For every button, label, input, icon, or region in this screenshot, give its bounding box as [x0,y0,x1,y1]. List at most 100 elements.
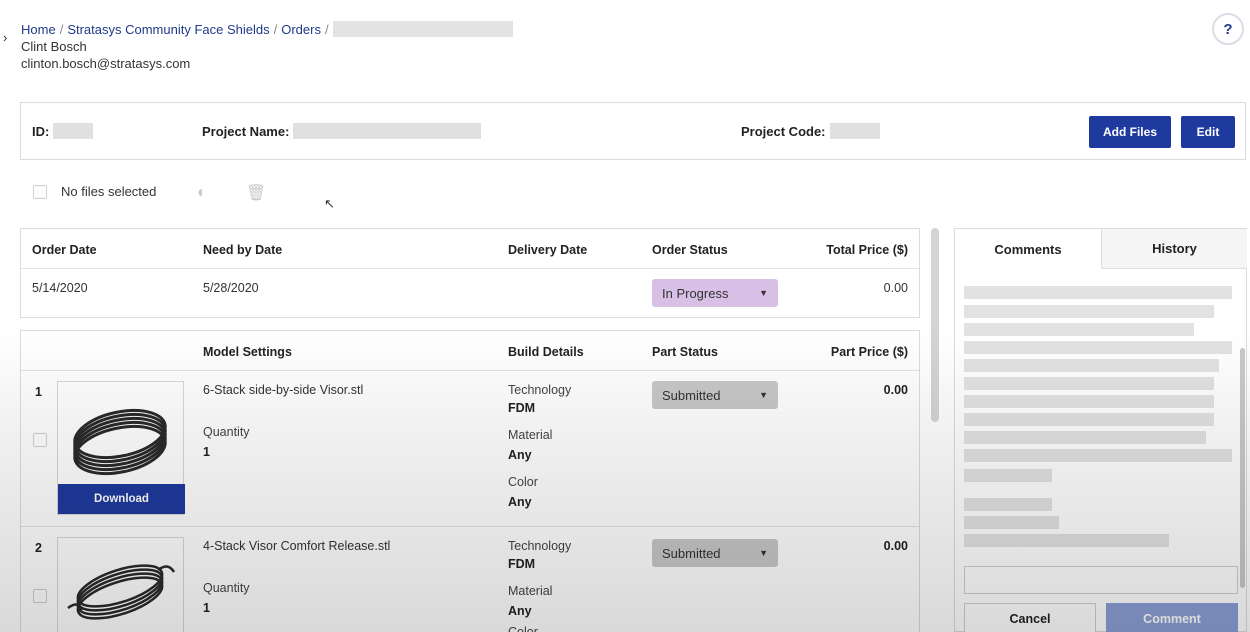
comment-line [964,534,1169,547]
breadcrumb-separator: / [273,21,278,37]
comment-line [964,305,1214,318]
technology-value: FDM [508,557,536,571]
material-value: Any [508,604,532,618]
parts-scrollbar[interactable] [931,228,939,422]
part-index: 2 [35,541,42,555]
order-status-value: In Progress [662,285,729,301]
order-info-bar: ID: Project Name: Project Code: Add File… [20,102,1246,160]
order-status-header: Order Status [652,243,728,257]
order-summary-card: Order Date Need by Date Delivery Date Or… [20,228,920,318]
part-status-header: Part Status [652,345,718,359]
cancel-file-icon[interactable]: ◐ [197,184,207,202]
select-all-checkbox[interactable] [33,184,47,199]
order-header-row: Order Date Need by Date Delivery Date Or… [21,229,919,269]
color-label: Color [508,475,538,489]
comment-line [964,498,1052,511]
id-redacted [53,123,94,139]
need-by-date-value: 5/28/2020 [203,281,259,295]
user-email: clinton.bosch@stratasys.com [21,56,191,71]
build-details-header: Build Details [508,345,584,359]
comment-line [964,469,1052,482]
part-status-select[interactable]: Submitted ▼ [652,539,778,567]
comment-line [964,323,1194,336]
part-file-name: 6-Stack side-by-side Visor.stl [203,383,364,397]
model-settings-header: Model Settings [203,345,292,359]
comment-line [964,377,1214,390]
technology-label: Technology [508,539,572,553]
part-status-value: Submitted [662,387,721,403]
chevron-down-icon: ▼ [759,548,768,558]
breadcrumb-separator: / [59,21,64,37]
order-date-value: 5/14/2020 [32,281,88,295]
project-name: Project Name: [202,123,482,139]
file-toolbar: No files selected [33,184,156,199]
comment-line [964,516,1059,529]
breadcrumb-orders[interactable]: Orders [281,22,321,37]
quantity-value: 1 [203,445,210,459]
edit-button[interactable]: Edit [1181,116,1235,148]
color-value: Any [508,495,532,509]
quantity-label: Quantity [203,425,250,439]
part-thumbnail: Download [57,381,185,515]
part-status-select[interactable]: Submitted ▼ [652,381,778,409]
part-thumbnail [57,537,184,632]
total-price-header: Total Price ($) [826,243,908,257]
project-code: Project Code: [741,123,880,139]
comment-line [964,449,1232,462]
breadcrumb-project[interactable]: Stratasys Community Face Shields [67,22,269,37]
comment-line [964,413,1214,426]
parts-header-row: Model Settings Build Details Part Status… [21,331,919,371]
project-code-redacted [829,123,880,139]
add-files-button[interactable]: Add Files [1089,116,1171,148]
selection-status: No files selected [61,184,157,199]
total-price-value: 0.00 [883,281,908,295]
project-name-redacted [293,123,482,139]
comment-line [964,431,1206,444]
part-row: 2 4-Stack Visor Comfort Release.stl Quan… [21,527,919,632]
quantity-label: Quantity [203,581,250,595]
chevron-down-icon: ▼ [759,390,768,400]
part-row: 1 Download 6-Stack side-by-side Visor.st… [21,371,919,527]
order-data-row: 5/14/2020 5/28/2020 In Progress ▼ 0.00 [21,269,919,319]
material-value: Any [508,448,532,462]
id-label: ID: [32,123,50,139]
breadcrumb-separator: / [324,21,329,37]
download-button[interactable]: Download [58,484,185,514]
part-checkbox[interactable] [33,433,47,447]
part-status-value: Submitted [662,545,721,561]
breadcrumb-home[interactable]: Home [21,22,56,37]
material-label: Material [508,428,553,442]
color-label-partial: Color [508,625,538,632]
mouse-cursor-icon: ↖ [324,196,335,211]
collapse-chevron-icon[interactable]: › [3,30,7,45]
part-price-value: 0.00 [883,539,908,553]
cancel-button[interactable]: Cancel [964,603,1096,632]
visor-model-icon [67,564,176,620]
part-price-value: 0.00 [883,383,908,397]
comments-scrollbar[interactable] [1240,348,1245,588]
part-file-name: 4-Stack Visor Comfort Release.stl [203,539,391,553]
part-price-header: Part Price ($) [830,345,908,359]
need-by-date-header: Need by Date [203,243,283,257]
part-checkbox[interactable] [33,589,47,603]
visor-model-icon [73,408,167,476]
breadcrumb-redacted [332,21,513,37]
trash-icon[interactable]: 🗑 [246,183,266,203]
project-code-label: Project Code: [741,123,826,139]
page-header: Home / Stratasys Community Face Shields … [21,20,513,72]
help-button[interactable]: ? [1212,13,1244,45]
comment-line [964,341,1232,354]
material-label: Material [508,584,553,598]
project-name-label: Project Name: [202,123,290,139]
comment-input[interactable] [964,566,1238,594]
part-index: 1 [35,385,42,399]
tab-history[interactable]: History [1101,229,1247,269]
order-id: ID: [32,123,94,139]
comment-line [964,359,1219,372]
technology-value: FDM [508,401,536,415]
order-status-select[interactable]: In Progress ▼ [652,279,778,307]
quantity-value: 1 [203,601,210,615]
tab-comments[interactable]: Comments [955,229,1101,269]
comment-button[interactable]: Comment [1106,603,1238,632]
parts-card: Model Settings Build Details Part Status… [20,330,920,632]
